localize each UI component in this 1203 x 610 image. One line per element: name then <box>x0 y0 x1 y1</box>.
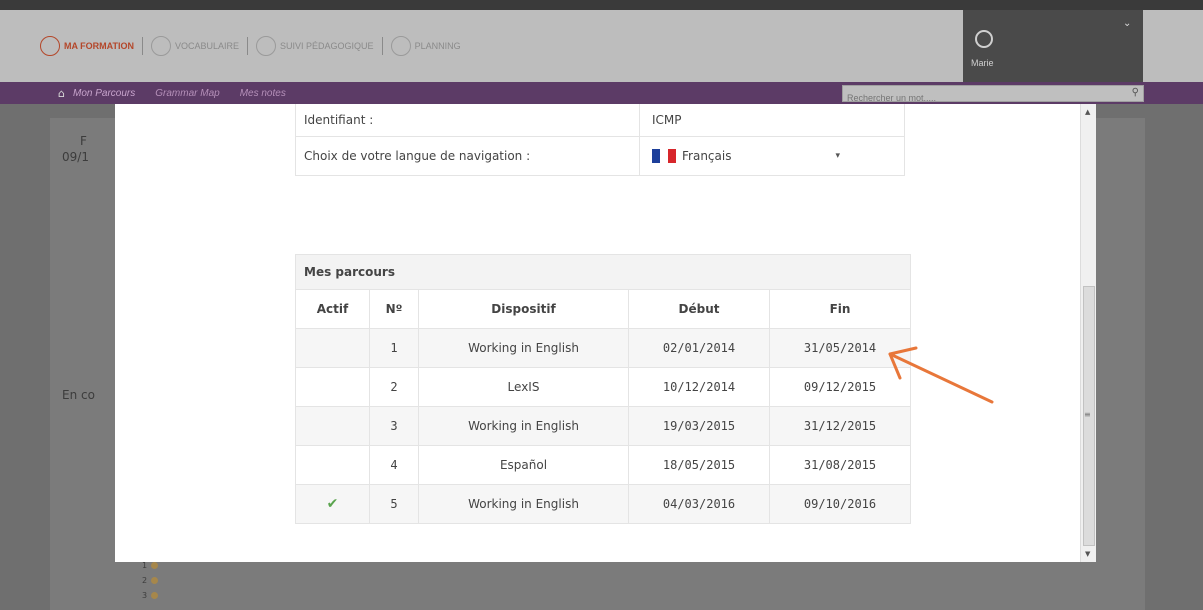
nav-label: SUIVI PÉDAGOGIQUE <box>280 41 374 51</box>
table-row: Choix de votre langue de navigation : Fr… <box>295 136 905 176</box>
nav-vocabulaire[interactable]: VOCABULAIRE <box>151 36 239 56</box>
table-row: ✔ 5 Working in English 04/03/2016 09/10/… <box>295 484 911 524</box>
subnav-mon-parcours[interactable]: Mon Parcours <box>73 88 135 99</box>
background-text: En co <box>62 388 95 402</box>
identifiant-value: ICMP <box>639 104 905 137</box>
cell-actif <box>295 406 370 446</box>
nav-suivi-pedagogique[interactable]: SUIVI PÉDAGOGIQUE <box>256 36 374 56</box>
dot-icon <box>151 592 159 599</box>
calendar-icon <box>390 36 411 56</box>
top-strip <box>0 0 1203 10</box>
home-icon[interactable]: ⌂ <box>58 87 65 100</box>
nav-divider <box>381 37 383 55</box>
language-value: Français <box>682 148 732 163</box>
profile-modal: Identifiant : ICMP Choix de votre langue… <box>115 104 1095 562</box>
column-header-debut: Début <box>628 289 770 329</box>
cell-actif <box>295 445 370 485</box>
table-row: 3 Working in English 19/03/2015 31/12/20… <box>295 406 911 446</box>
scroll-up-icon[interactable]: ▲ <box>1085 108 1090 116</box>
cell-dispositif: Working in English <box>418 328 629 368</box>
cell-actif <box>295 367 370 407</box>
cell-debut: 18/05/2015 <box>628 445 770 485</box>
search-box: ⚲ <box>842 85 1144 106</box>
nav-planning[interactable]: PLANNING <box>390 36 461 56</box>
parcours-title: Mes parcours <box>295 254 911 289</box>
language-label: Choix de votre langue de navigation : <box>295 136 640 176</box>
cell-fin: 09/10/2016 <box>769 484 911 524</box>
column-header-actif: Actif <box>295 289 370 329</box>
scroll-down-icon[interactable]: ▼ <box>1085 550 1090 558</box>
identifiant-label: Identifiant : <box>295 104 640 137</box>
vocabulary-icon <box>151 36 171 56</box>
background-dots: 1 2 3 <box>142 558 159 603</box>
nav-divider <box>247 37 249 55</box>
nav-label: PLANNING <box>414 41 461 51</box>
background-text: F <box>80 134 87 148</box>
cell-debut: 04/03/2016 <box>628 484 770 524</box>
progress-icon <box>256 36 277 56</box>
cell-dispositif: LexIS <box>418 367 629 407</box>
table-row: 1 Working in English 02/01/2014 31/05/20… <box>295 328 911 368</box>
list-item: 3 <box>142 588 159 603</box>
cell-dispositif: Español <box>418 445 629 485</box>
profile-table: Identifiant : ICMP Choix de votre langue… <box>295 104 905 176</box>
column-header-fin: Fin <box>769 289 911 329</box>
cell-dispositif: Working in English <box>418 484 629 524</box>
subnav-grammar-map[interactable]: Grammar Map <box>155 88 219 99</box>
cell-debut: 10/12/2014 <box>628 367 770 407</box>
cell-no: 4 <box>369 445 419 485</box>
subnav-mes-notes[interactable]: Mes notes <box>240 88 286 99</box>
column-header-dispositif: Dispositif <box>418 289 629 329</box>
upload-circle-icon <box>40 36 60 56</box>
scroll-grip-icon: ≡ <box>1084 410 1091 419</box>
table-header-row: Actif Nº Dispositif Début Fin <box>295 289 911 329</box>
cell-actif <box>295 328 370 368</box>
language-cell: Français ▾ <box>639 136 905 176</box>
language-select[interactable]: Français ▾ <box>652 149 840 164</box>
check-icon: ✔ <box>295 484 370 524</box>
cell-debut: 19/03/2015 <box>628 406 770 446</box>
cell-dispositif: Working in English <box>418 406 629 446</box>
search-icon[interactable]: ⚲ <box>1132 87 1139 98</box>
nav-label: VOCABULAIRE <box>175 41 240 51</box>
table-row: 2 LexIS 10/12/2014 09/12/2015 <box>295 367 911 407</box>
dot-icon <box>151 577 159 584</box>
cell-no: 1 <box>369 328 419 368</box>
cell-no: 2 <box>369 367 419 407</box>
caret-down-icon: ▾ <box>835 151 840 161</box>
cell-no: 3 <box>369 406 419 446</box>
nav-divider <box>142 37 143 55</box>
table-row: Identifiant : ICMP <box>295 104 905 137</box>
column-header-no: Nº <box>369 289 419 329</box>
user-menu[interactable]: Marie ⌄ <box>963 10 1143 82</box>
nav-label: MA FORMATION <box>64 41 134 51</box>
dot-icon <box>151 562 159 569</box>
language-selected: Français <box>652 149 731 164</box>
user-name: Marie <box>971 58 994 68</box>
nav-ma-formation[interactable]: MA FORMATION <box>40 36 134 56</box>
annotation-arrow-icon <box>888 346 994 404</box>
cell-fin: 31/12/2015 <box>769 406 911 446</box>
french-flag-icon <box>652 149 676 164</box>
cell-no: 5 <box>369 484 419 524</box>
cell-debut: 02/01/2014 <box>628 328 770 368</box>
cell-fin: 31/08/2015 <box>769 445 911 485</box>
background-text: 09/1 <box>62 150 89 164</box>
list-item: 2 <box>142 573 159 588</box>
chevron-down-icon[interactable]: ⌄ <box>1123 18 1131 29</box>
user-icon <box>975 30 993 48</box>
modal-scrollbar[interactable]: ▲ ≡ ▼ <box>1080 104 1096 562</box>
parcours-table: Mes parcours Actif Nº Dispositif Début F… <box>295 254 911 524</box>
main-nav: MA FORMATION VOCABULAIRE SUIVI PÉDAGOGIQ… <box>40 20 461 72</box>
table-row: 4 Español 18/05/2015 31/08/2015 <box>295 445 911 485</box>
